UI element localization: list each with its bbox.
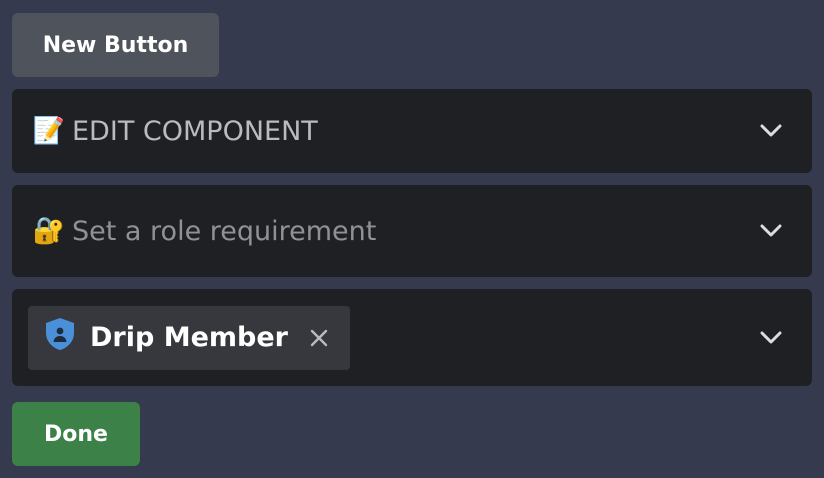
selected-role-chip: Drip Member [28, 305, 350, 370]
role-select[interactable]: Drip Member [12, 289, 812, 386]
role-requirement-value: 🔐 Set a role requirement [32, 216, 756, 247]
role-requirement-select[interactable]: 🔐 Set a role requirement [12, 185, 812, 277]
close-icon[interactable] [306, 325, 332, 351]
role-select-values: Drip Member [28, 305, 756, 370]
done-button[interactable]: Done [12, 402, 140, 466]
edit-component-select[interactable]: 📝 EDIT COMPONENT [12, 89, 812, 173]
lock-with-key-icon: 🔐 [32, 216, 66, 246]
chevron-down-icon[interactable] [756, 116, 786, 146]
role-shield-icon [44, 317, 76, 358]
new-button[interactable]: New Button [12, 13, 219, 77]
edit-component-value: 📝 EDIT COMPONENT [32, 116, 756, 147]
chevron-down-icon[interactable] [756, 323, 786, 353]
chevron-down-icon[interactable] [756, 216, 786, 246]
edit-component-label: EDIT COMPONENT [72, 115, 318, 147]
component-editor: New Button 📝 EDIT COMPONENT 🔐 Set a role… [0, 0, 824, 478]
role-requirement-placeholder: Set a role requirement [72, 215, 377, 247]
selected-role-label: Drip Member [90, 322, 288, 353]
memo-icon: 📝 [32, 116, 66, 146]
